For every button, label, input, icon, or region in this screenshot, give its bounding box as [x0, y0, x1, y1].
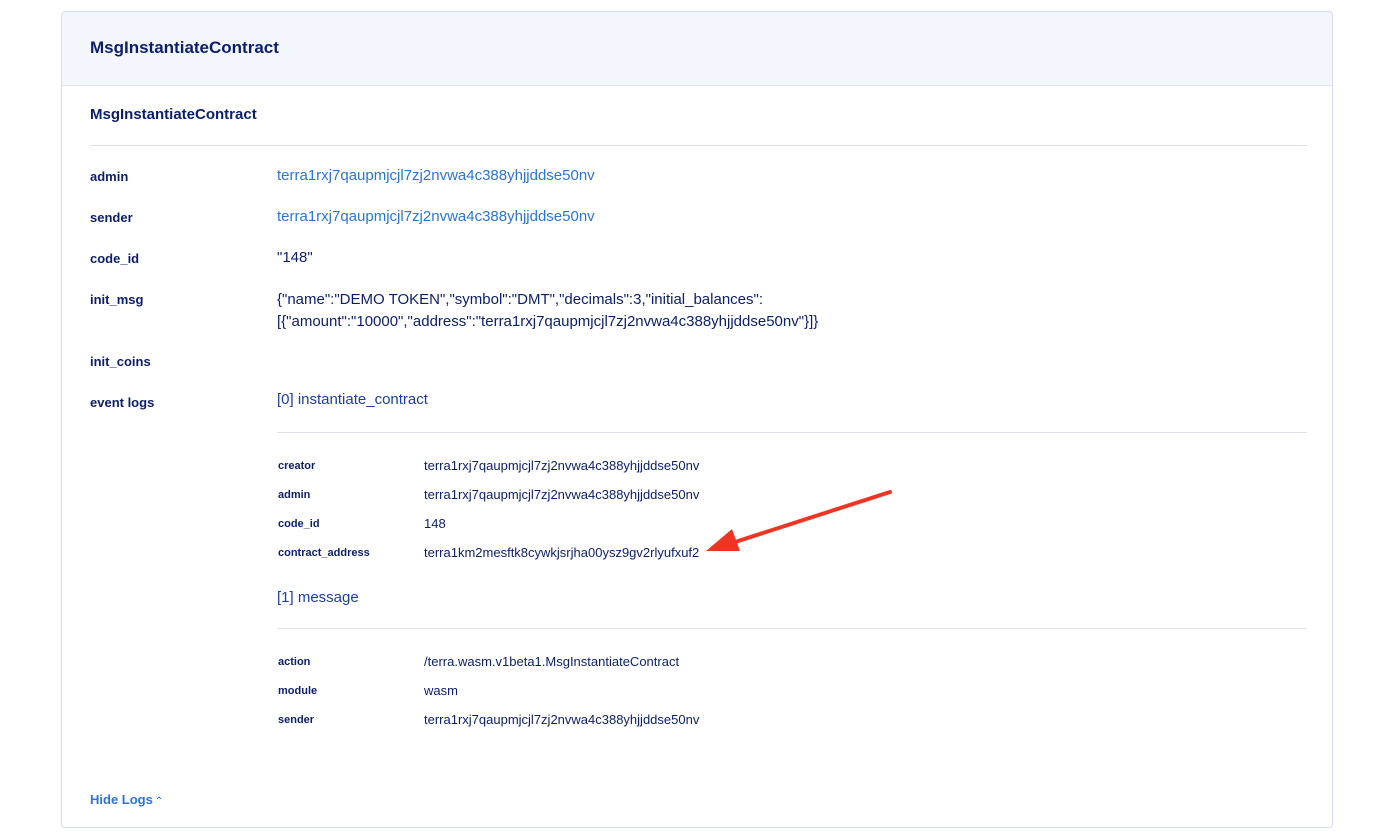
- event-logs-label: event logs: [90, 395, 155, 410]
- code-id-value: "148": [277, 249, 313, 266]
- log-header-instantiate-contract: [0] instantiate_contract: [277, 391, 428, 408]
- admin-label: admin: [90, 169, 129, 184]
- attr-key-contract-address: contract_address: [278, 547, 370, 559]
- card-header: MsgInstantiateContract: [62, 12, 1332, 86]
- attr-value-contract-address-link[interactable]: terra1km2mesftk8cywkjsrjha00ysz9gv2rlyuf…: [424, 545, 699, 560]
- init-msg-line-2: [{"amount":"10000","address":"terra1rxj7…: [277, 313, 819, 330]
- code-id-label: code_id: [90, 251, 140, 266]
- log-divider: [277, 628, 1307, 629]
- attr-key-module: module: [278, 685, 318, 697]
- attr-key-creator: creator: [278, 460, 316, 472]
- attr-value-sender-link[interactable]: terra1rxj7qaupmjcjl7zj2nvwa4c388yhjjddse…: [424, 712, 699, 727]
- log-divider: [277, 432, 1307, 433]
- attr-value-code-id: 148: [424, 516, 446, 531]
- init-coins-label: init_coins: [90, 354, 151, 369]
- annotation-arrow-icon: [706, 490, 892, 551]
- attr-key-admin: admin: [278, 489, 311, 501]
- sender-address-link[interactable]: terra1rxj7qaupmjcjl7zj2nvwa4c388yhjjddse…: [277, 206, 595, 227]
- init-msg-label: init_msg: [90, 292, 144, 307]
- card-title: MsgInstantiateContract: [90, 38, 279, 57]
- attr-key-action: action: [278, 656, 311, 668]
- hide-logs-label: Hide Logs: [90, 792, 153, 807]
- log-header-message: [1] message: [277, 589, 359, 606]
- chevron-up-icon: ⌃: [154, 796, 164, 807]
- attr-key-sender: sender: [278, 714, 315, 726]
- init-msg-line-1: {"name":"DEMO TOKEN","symbol":"DMT","dec…: [277, 291, 763, 308]
- attr-key-code-id: code_id: [278, 518, 320, 530]
- attr-value-admin-link[interactable]: terra1rxj7qaupmjcjl7zj2nvwa4c388yhjjddse…: [424, 487, 699, 502]
- attr-value-module: wasm: [424, 683, 458, 698]
- admin-address-link[interactable]: terra1rxj7qaupmjcjl7zj2nvwa4c388yhjjddse…: [277, 165, 595, 186]
- section-divider: [90, 145, 1307, 146]
- section-title: MsgInstantiateContract: [90, 106, 257, 123]
- attr-value-creator-link[interactable]: terra1rxj7qaupmjcjl7zj2nvwa4c388yhjjddse…: [424, 458, 699, 473]
- message-card: MsgInstantiateContract MsgInstantiateCon…: [61, 11, 1333, 828]
- hide-logs-button[interactable]: Hide Logs ⌃: [90, 792, 163, 807]
- attr-value-action: /terra.wasm.v1beta1.MsgInstantiateContra…: [424, 654, 680, 669]
- sender-label: sender: [90, 210, 133, 225]
